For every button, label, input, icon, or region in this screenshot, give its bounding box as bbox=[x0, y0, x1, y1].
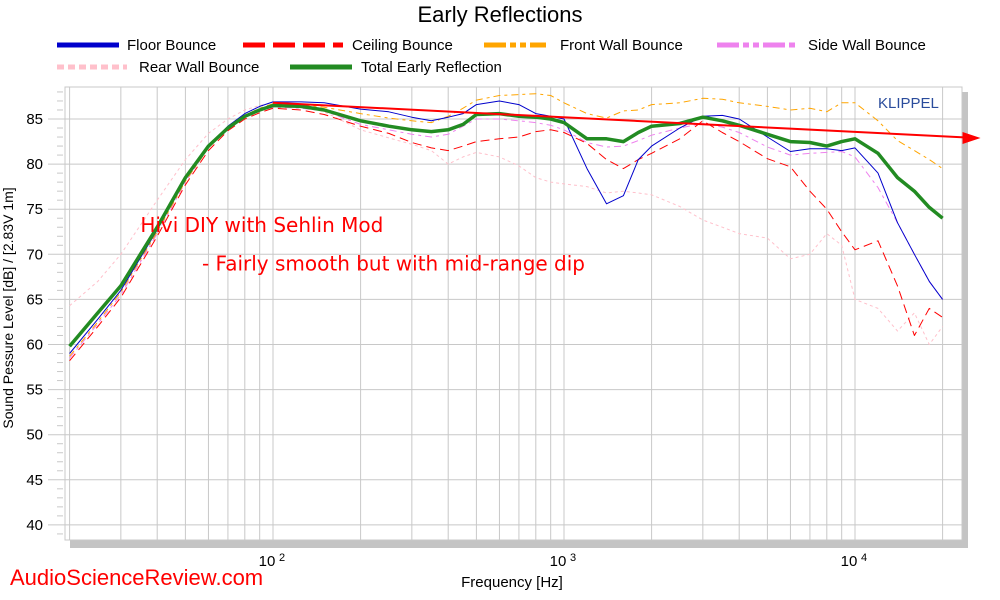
x-tick-label: 10 bbox=[841, 553, 858, 570]
legend-label: Rear Wall Bounce bbox=[139, 59, 259, 76]
legend-label: Front Wall Bounce bbox=[560, 37, 683, 54]
y-tick-label: 75 bbox=[26, 201, 43, 218]
legend: Floor Bounce Ceiling Bounce Front Wall Bou… bbox=[57, 37, 926, 76]
x-axis-ticks: 10 2 10 3 10 4 bbox=[259, 552, 867, 570]
legend-label: Side Wall Bounce bbox=[808, 37, 926, 54]
y-tick-label: 70 bbox=[26, 246, 43, 263]
y-tick-label: 80 bbox=[26, 156, 43, 173]
legend-item-floor-bounce[interactable]: Floor Bounce bbox=[57, 37, 216, 54]
chart-title: Early Reflections bbox=[417, 2, 582, 27]
x-tick-label: 10 bbox=[550, 553, 567, 570]
legend-item-total-early-reflection[interactable]: Total Early Reflection bbox=[290, 59, 502, 76]
y-axis-label: Sound Pessure Level [dB] / [2.83V 1m] bbox=[0, 187, 16, 428]
y-tick-label: 40 bbox=[26, 517, 43, 534]
trend-arrow-head bbox=[962, 131, 981, 144]
x-axis-label: Frequency [Hz] bbox=[461, 574, 563, 591]
y-tick-label: 85 bbox=[26, 111, 43, 128]
y-tick-label: 45 bbox=[26, 472, 43, 489]
x-tick-exponent: 4 bbox=[861, 552, 867, 564]
y-tick-label: 50 bbox=[26, 427, 43, 444]
legend-label: Total Early Reflection bbox=[361, 59, 502, 76]
annotation-title: Hivi DIY with Sehlin Mod bbox=[140, 213, 383, 237]
legend-item-ceiling-bounce[interactable]: Ceiling Bounce bbox=[243, 37, 453, 54]
legend-item-side-wall-bounce[interactable]: Side Wall Bounce bbox=[717, 37, 926, 54]
y-tick-label: 60 bbox=[26, 337, 43, 354]
annotation-note: - Fairly smooth but with mid-range dip bbox=[202, 252, 585, 276]
watermark: AudioScienceReview.com bbox=[10, 565, 263, 590]
y-tick-label: 55 bbox=[26, 382, 43, 399]
legend-label: Floor Bounce bbox=[127, 37, 216, 54]
klippel-label: KLIPPEL bbox=[878, 95, 939, 112]
plot-area bbox=[64, 86, 963, 541]
y-tick-label: 65 bbox=[26, 291, 43, 308]
legend-item-rear-wall-bounce[interactable]: Rear Wall Bounce bbox=[57, 59, 259, 76]
legend-label: Ceiling Bounce bbox=[352, 37, 453, 54]
x-tick-exponent: 3 bbox=[570, 552, 576, 564]
chart: Early Reflections Floor Bounce Ceiling Bo… bbox=[0, 2, 981, 591]
legend-item-front-wall-bounce[interactable]: Front Wall Bounce bbox=[484, 37, 683, 54]
x-tick-exponent: 2 bbox=[279, 552, 285, 564]
